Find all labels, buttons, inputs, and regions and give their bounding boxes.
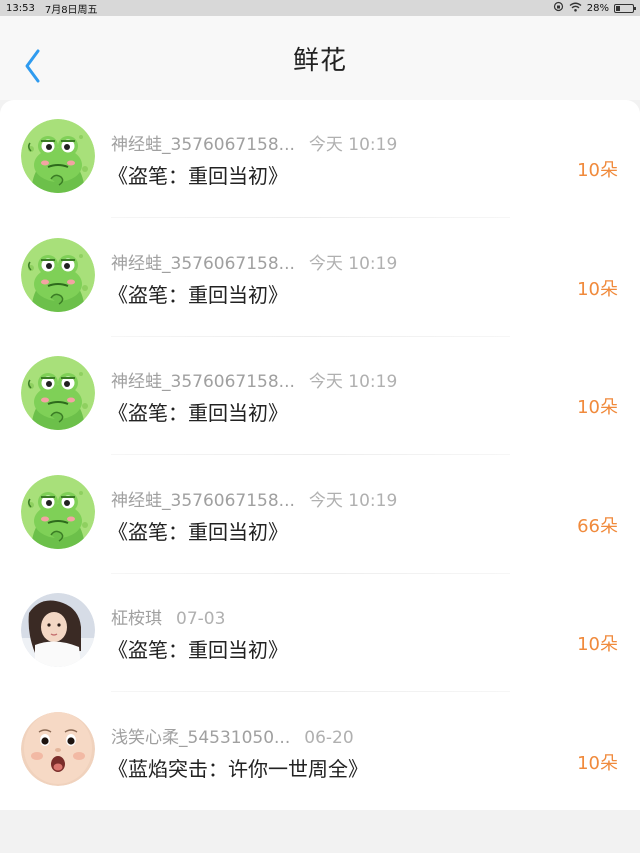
timestamp: 06-20 [304,727,354,748]
flower-count: 10朵 [577,278,618,300]
book-title[interactable]: 《蓝焰突击：许你一世周全》 [108,753,368,782]
flower-count: 10朵 [577,752,618,774]
flower-count: 10朵 [577,634,618,655]
book-title[interactable]: 《盗笔：重回当初》 [108,279,288,308]
avatar[interactable] [21,119,95,193]
user-name[interactable]: 神经蛙_3576067158... [111,491,295,511]
list-item[interactable]: 神经蛙_3576067158... 今天 10:19 《盗笔：重回当初》 10朵 [0,100,640,218]
avatar[interactable] [21,237,95,312]
back-button[interactable] [20,46,50,86]
rotation-lock-icon [553,1,564,15]
nav-bar: 鲜花 [0,16,640,100]
list-item[interactable]: 浅笑心柔_54531050... 06-20 《蓝焰突击：许你一世周全》 10朵 [0,693,640,811]
book-title[interactable]: 《盗笔：重回当初》 [108,634,288,663]
user-name[interactable]: 神经蛙_3576067158... [111,135,295,155]
user-name[interactable]: 柾桉琪 [111,609,162,629]
flower-list: 神经蛙_3576067158... 今天 10:19 《盗笔：重回当初》 10朵 神经… [0,100,640,810]
battery-icon [614,3,636,13]
book-title[interactable]: 《盗笔：重回当初》 [108,516,288,545]
timestamp: 今天 10:19 [308,253,398,274]
user-name[interactable]: 浅笑心柔_54531050... [111,728,290,748]
timestamp: 今天 10:19 [308,490,398,511]
avatar[interactable] [21,356,95,430]
flower-count: 10朵 [577,397,618,418]
chevron-left-icon [25,49,40,83]
avatar[interactable] [21,474,95,549]
book-title[interactable]: 《盗笔：重回当初》 [108,397,288,426]
user-info: 柾桉琪 07-03 [111,604,225,629]
user-name[interactable]: 神经蛙_3576067158... [111,372,295,392]
status-time: 13:53 [6,2,35,14]
status-right: 28% [553,1,636,15]
list-item[interactable]: 神经蛙_3576067158... 今天 10:19 《盗笔：重回当初》 10朵 [0,219,640,337]
avatar[interactable] [21,711,95,786]
timestamp: 今天 10:19 [308,135,398,155]
user-info: 神经蛙_3576067158... 今天 10:19 [111,367,397,392]
page-title: 鲜花 [292,45,347,76]
list-item[interactable]: 神经蛙_3576067158... 今天 10:19 《盗笔：重回当初》 10朵 [0,337,640,455]
user-info: 神经蛙_3576067158... 今天 10:19 [111,249,397,274]
user-info: 神经蛙_3576067158... 今天 10:19 [111,130,397,155]
list-item[interactable]: 神经蛙_3576067158... 今天 10:19 《盗笔：重回当初》 66朵 [0,456,640,574]
user-info: 浅笑心柔_54531050... 06-20 [111,723,354,748]
flower-count: 66朵 [577,515,618,537]
avatar[interactable] [21,593,95,667]
user-info: 神经蛙_3576067158... 今天 10:19 [111,486,397,511]
timestamp: 07-03 [176,609,226,629]
status-date: 7月8日周五 [44,4,98,16]
timestamp: 今天 10:19 [308,372,398,392]
user-name[interactable]: 神经蛙_3576067158... [111,254,295,274]
status-bar: 13:53 7月8日周五 28% [0,0,640,16]
wifi-icon [569,2,582,15]
flower-count: 10朵 [577,160,618,181]
list-item[interactable]: 柾桉琪 07-03 《盗笔：重回当初》 10朵 [0,574,640,692]
battery-percent: 28% [586,2,609,14]
book-title[interactable]: 《盗笔：重回当初》 [108,160,288,189]
